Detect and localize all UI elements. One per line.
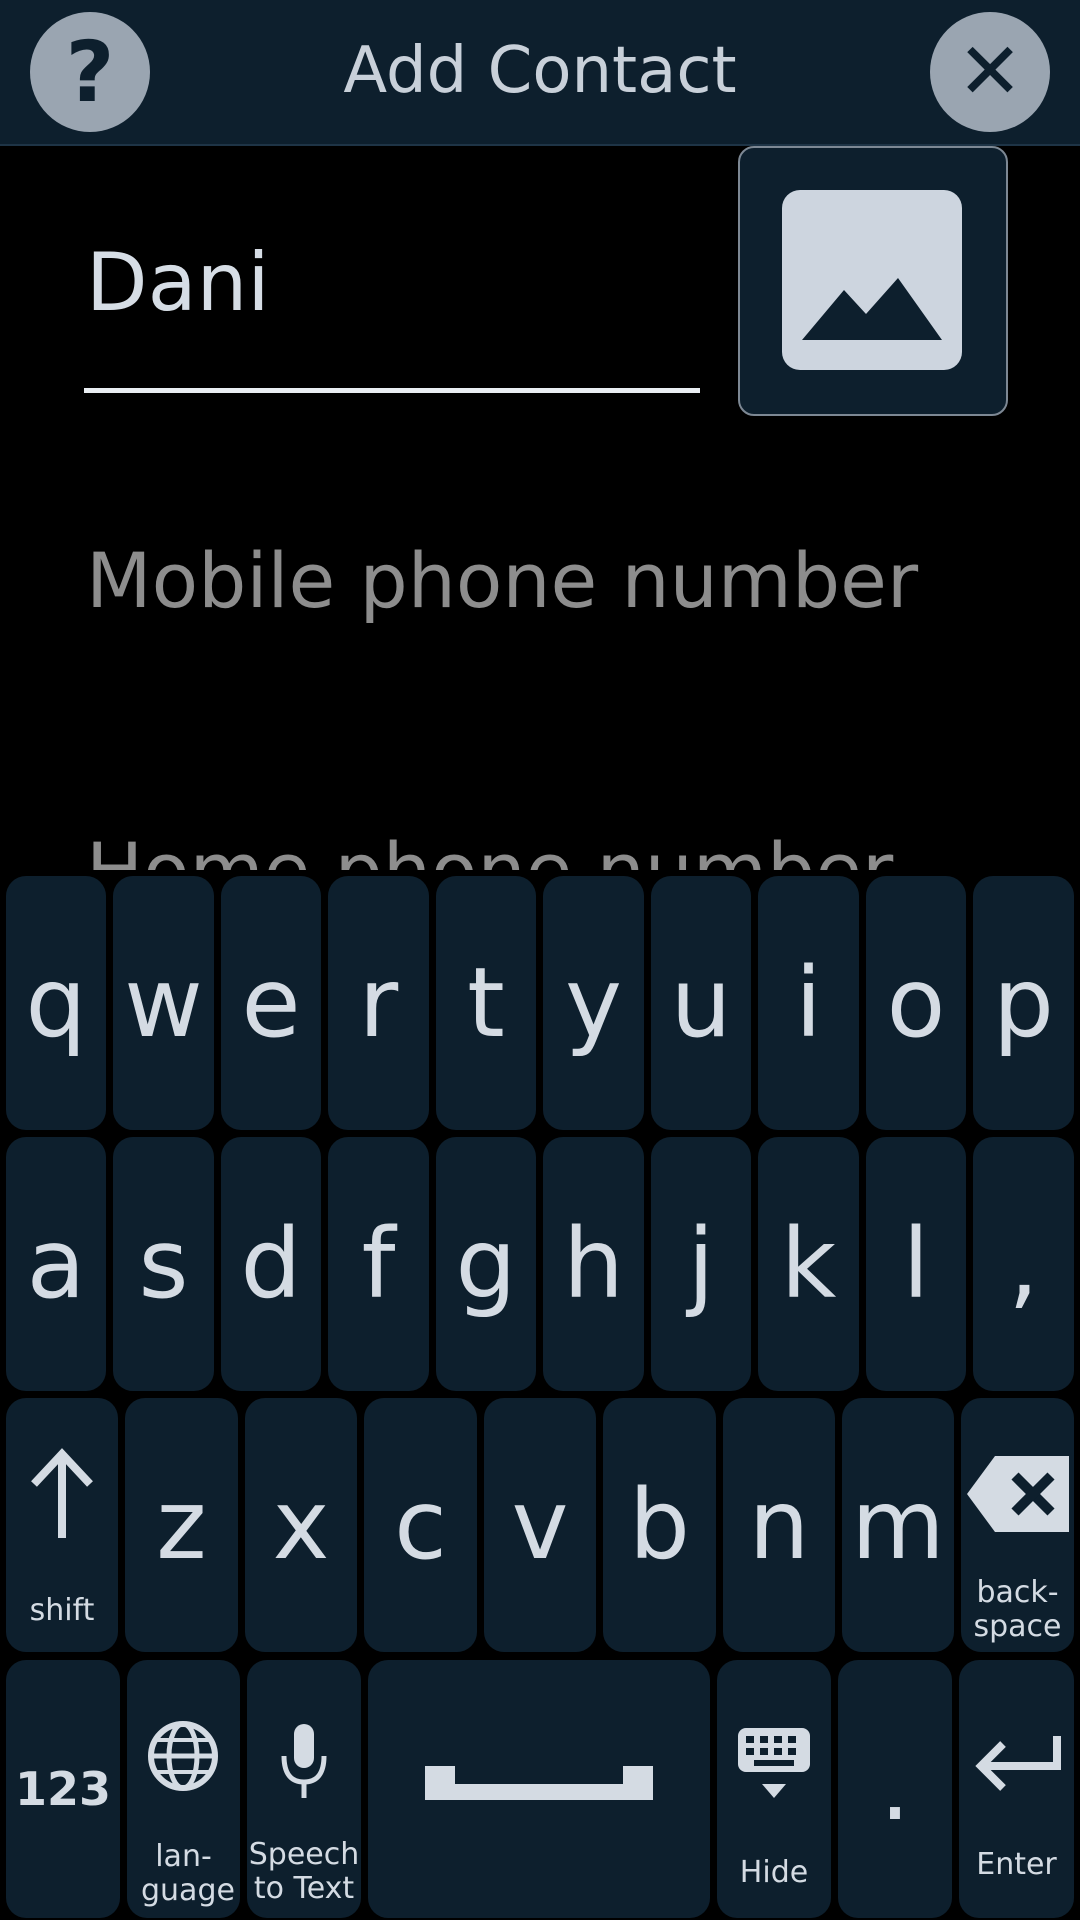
key-t[interactable]: t	[436, 876, 536, 1130]
backspace-label: back-space	[973, 1575, 1062, 1644]
image-icon	[782, 190, 962, 370]
globe-icon	[148, 1721, 218, 1791]
key-u[interactable]: u	[651, 876, 751, 1130]
shift-key[interactable]: shift	[6, 1398, 118, 1652]
key-g[interactable]: g	[436, 1137, 536, 1391]
enter-arrow-icon	[975, 1736, 1061, 1791]
shift-arrow-icon	[31, 1448, 93, 1538]
spacebar-key[interactable]	[368, 1660, 710, 1918]
key-comma[interactable]: ,	[973, 1137, 1074, 1391]
key-e[interactable]: e	[221, 876, 321, 1130]
key-w[interactable]: w	[113, 876, 214, 1130]
key-b[interactable]: b	[603, 1398, 716, 1652]
speech-to-text-key[interactable]: Speech to Text	[247, 1660, 361, 1918]
name-field[interactable]: Dani	[86, 236, 270, 329]
hide-label: Hide	[739, 1855, 809, 1890]
microphone-icon	[281, 1724, 327, 1798]
key-i[interactable]: i	[758, 876, 859, 1130]
mobile-phone-field[interactable]: Mobile phone number	[86, 536, 918, 625]
page-title: Add Contact	[343, 34, 737, 108]
key-v[interactable]: v	[484, 1398, 596, 1652]
key-j[interactable]: j	[651, 1137, 751, 1391]
close-button[interactable]: ✕	[930, 12, 1050, 132]
keyboard-hide-icon	[738, 1728, 810, 1798]
key-n[interactable]: n	[723, 1398, 835, 1652]
key-o[interactable]: o	[866, 876, 966, 1130]
shift-label: shift	[29, 1593, 95, 1628]
space-icon	[425, 1766, 653, 1800]
key-d[interactable]: d	[221, 1137, 321, 1391]
key-x[interactable]: x	[245, 1398, 357, 1652]
enter-label: Enter	[976, 1847, 1057, 1882]
app-header: ? Add Contact ✕	[0, 0, 1080, 146]
numbers-key[interactable]: 123	[6, 1660, 120, 1918]
key-c[interactable]: c	[364, 1398, 477, 1652]
contact-photo-button[interactable]	[738, 146, 1008, 416]
key-h[interactable]: h	[543, 1137, 644, 1391]
key-r[interactable]: r	[328, 876, 429, 1130]
language-label: lan-guage	[141, 1839, 235, 1908]
key-f[interactable]: f	[328, 1137, 429, 1391]
name-field-underline	[84, 388, 700, 393]
speech-to-text-label: Speech to Text	[248, 1837, 360, 1906]
key-y[interactable]: y	[543, 876, 644, 1130]
key-q[interactable]: q	[6, 876, 106, 1130]
backspace-key[interactable]: back-space	[961, 1398, 1074, 1652]
key-a[interactable]: a	[6, 1137, 106, 1391]
enter-key[interactable]: Enter	[959, 1660, 1074, 1918]
language-key[interactable]: lan-guage	[127, 1660, 240, 1918]
key-period[interactable]: .	[838, 1660, 952, 1918]
key-l[interactable]: l	[866, 1137, 966, 1391]
key-k[interactable]: k	[758, 1137, 859, 1391]
numbers-label: 123	[14, 1762, 112, 1816]
key-s[interactable]: s	[113, 1137, 214, 1391]
on-screen-keyboard: q w e r t y u i o p a s d f g h j k l , …	[0, 870, 1080, 1920]
hide-keyboard-key[interactable]: Hide	[717, 1660, 831, 1918]
close-icon: ✕	[957, 27, 1023, 117]
backspace-icon	[967, 1456, 1069, 1532]
key-m[interactable]: m	[842, 1398, 954, 1652]
key-z[interactable]: z	[125, 1398, 238, 1652]
key-p[interactable]: p	[973, 876, 1074, 1130]
